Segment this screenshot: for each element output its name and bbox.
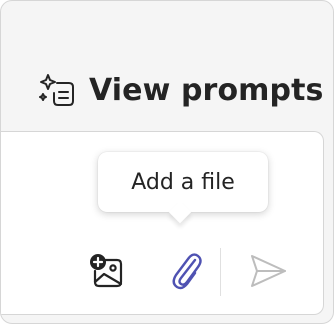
view-prompts-button[interactable]: View prompts [39,71,324,111]
tooltip-text: Add a file [131,169,235,195]
add-file-tooltip: Add a file [98,152,268,224]
send-icon [248,253,288,289]
toolbar-divider [220,248,221,296]
sparkle-prompt-icon [39,71,79,111]
attach-file-button[interactable] [164,249,208,293]
view-prompts-label: View prompts [89,73,324,108]
add-image-button[interactable] [84,249,128,293]
add-image-icon [86,251,126,291]
send-button[interactable] [246,249,290,293]
paperclip-icon [168,251,204,291]
